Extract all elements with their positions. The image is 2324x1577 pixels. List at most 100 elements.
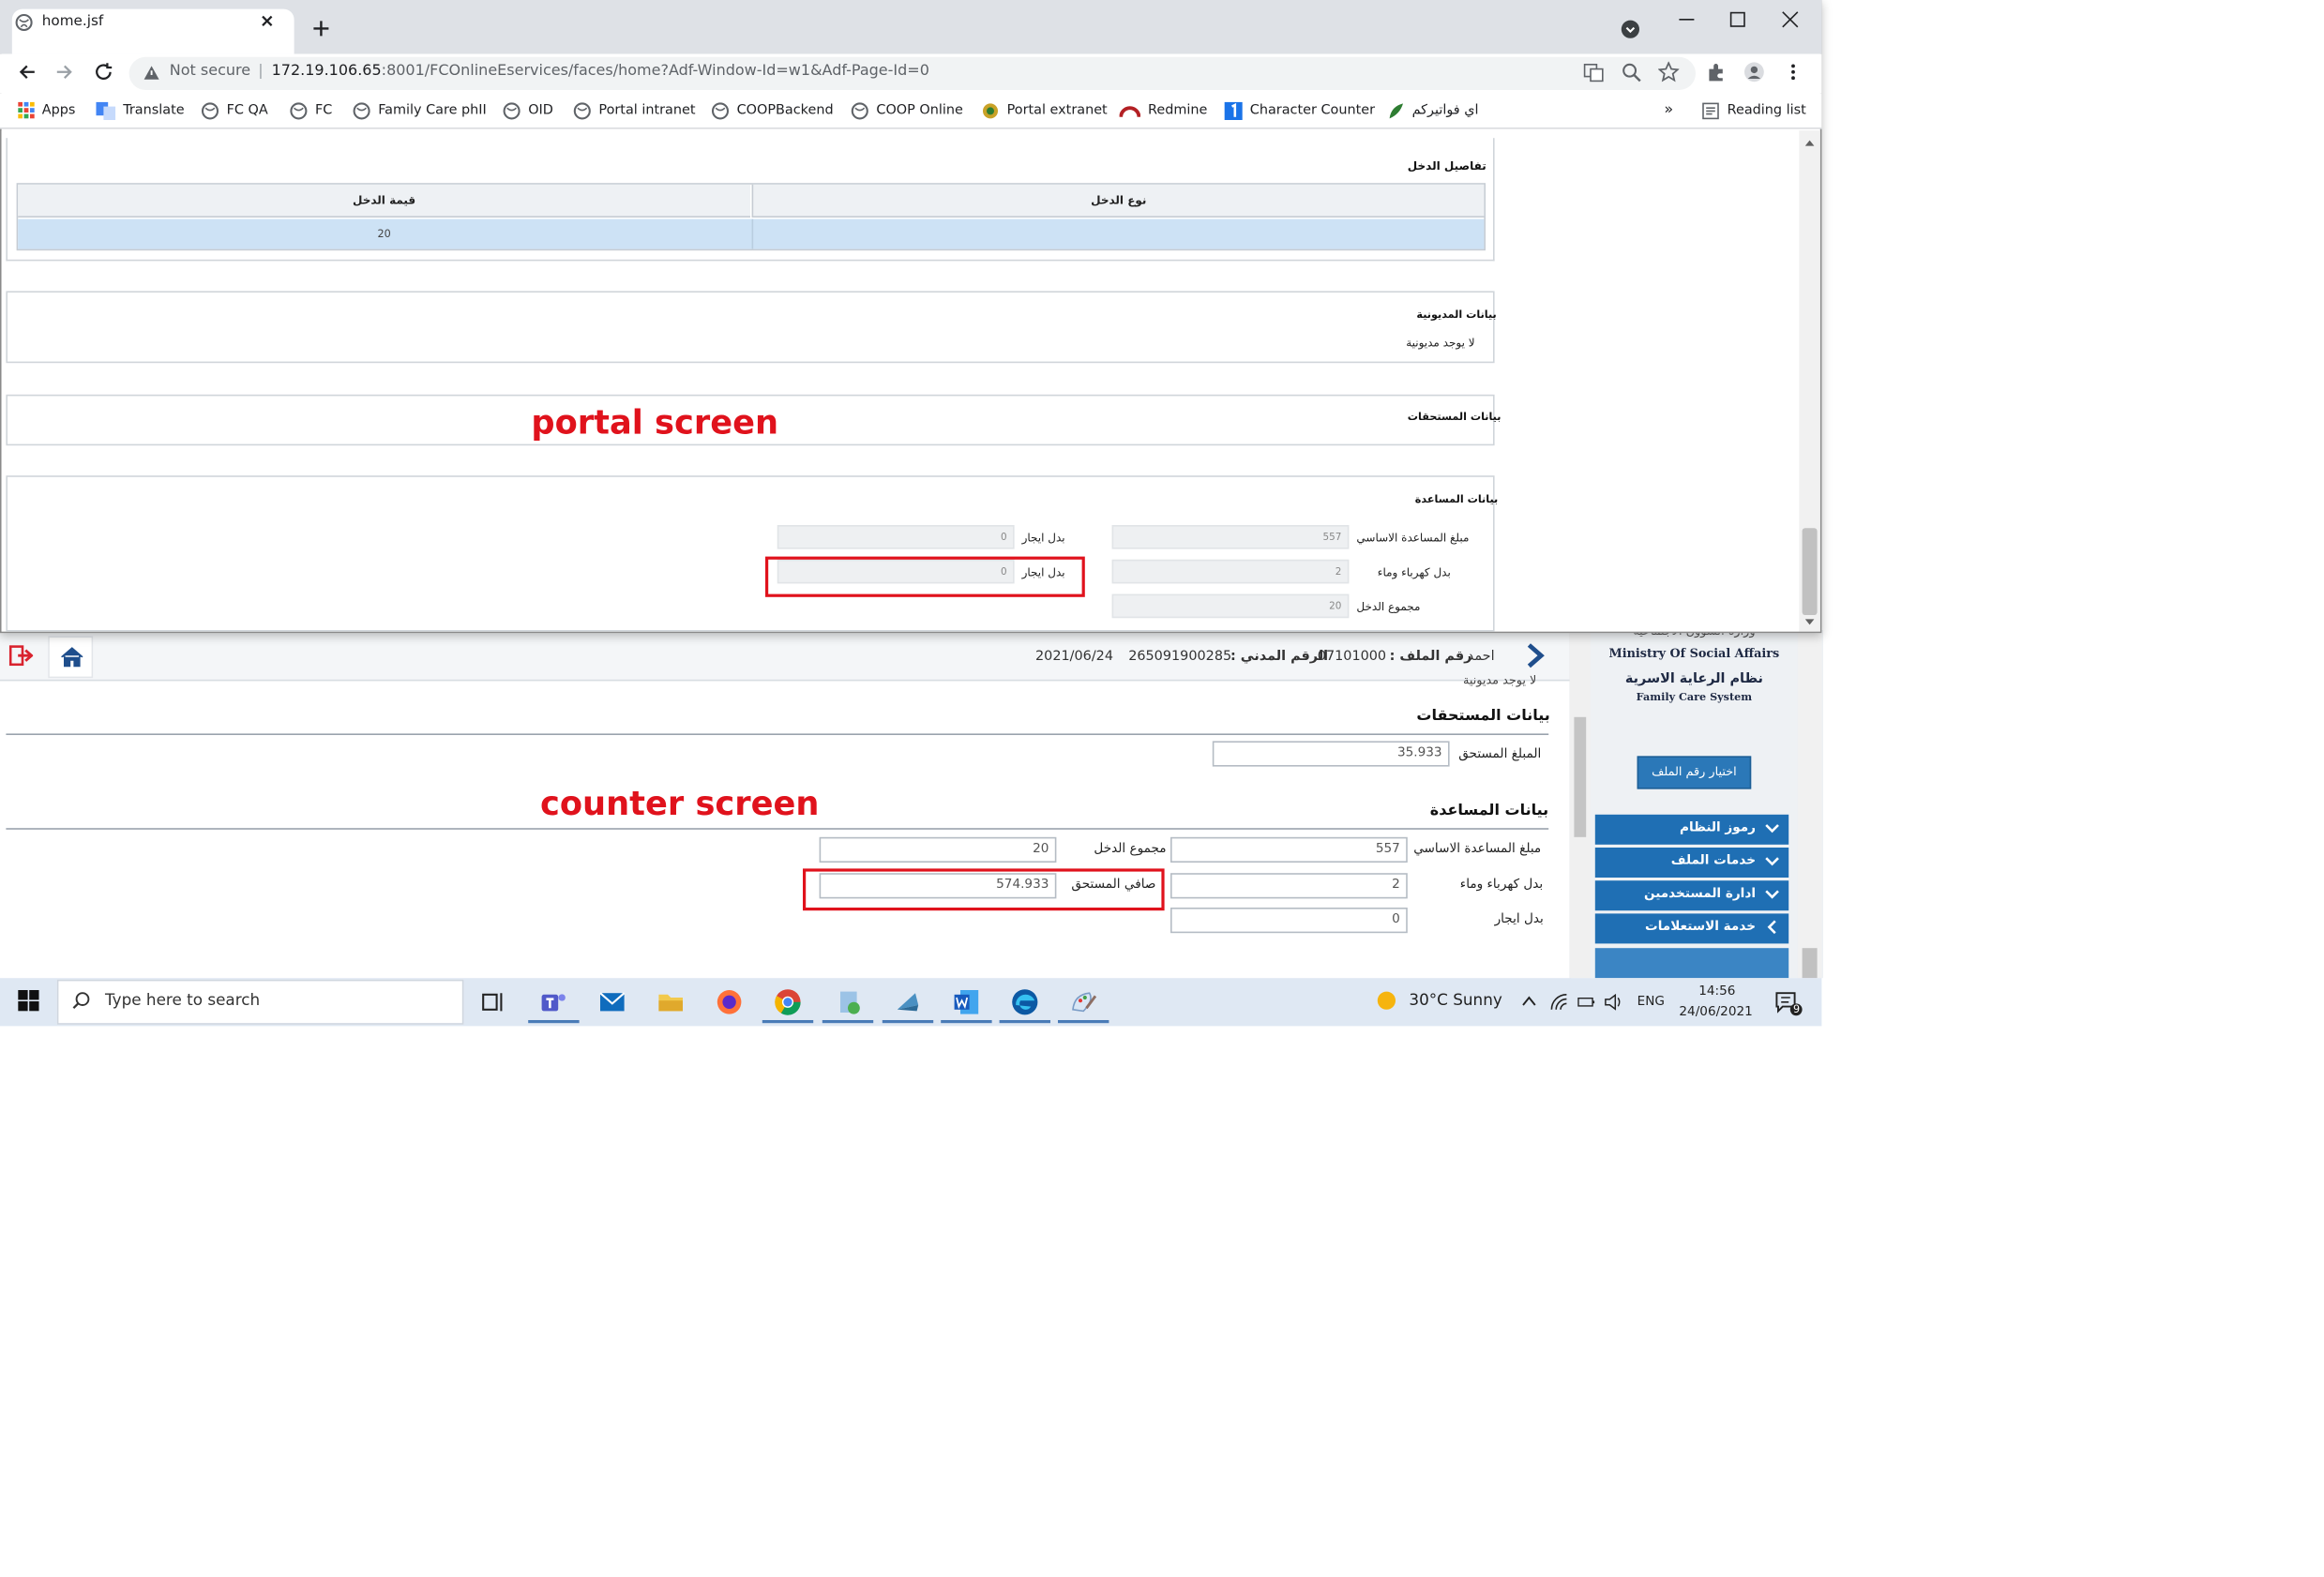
page-scrollbar[interactable] bbox=[1797, 630, 1822, 979]
app-installer-icon[interactable] bbox=[835, 987, 865, 1017]
income-total-label: مجموع الدخل bbox=[1356, 600, 1421, 614]
star-icon[interactable] bbox=[1658, 61, 1680, 83]
teams-icon[interactable] bbox=[538, 987, 568, 1017]
scroll-up-icon[interactable] bbox=[1803, 138, 1816, 147]
bookmark-fc[interactable]: FC bbox=[290, 102, 332, 120]
column-header-value[interactable]: قيمة الدخل bbox=[18, 184, 750, 218]
menu-item-label: ادارة المستخدمين bbox=[1643, 886, 1756, 902]
warning-icon[interactable] bbox=[143, 65, 160, 82]
back-arrow-icon[interactable] bbox=[17, 62, 38, 83]
profile-avatar-icon[interactable] bbox=[1743, 62, 1764, 83]
sidebar-scroll-thumb[interactable] bbox=[1574, 716, 1587, 837]
portal-screen-annotation: portal screen bbox=[531, 405, 779, 443]
edge-icon[interactable] bbox=[1010, 987, 1040, 1017]
bookmarks-overflow[interactable]: » bbox=[1664, 102, 1673, 119]
bookmark-my-invoices[interactable]: اي فواتيركم bbox=[1386, 102, 1479, 120]
electricity-label: بدل كهرباء وماء bbox=[1377, 565, 1451, 579]
counter-screen-annotation: counter screen bbox=[540, 786, 820, 824]
zoom-icon[interactable] bbox=[1621, 62, 1641, 83]
bookmark-coop-online[interactable]: COOP Online bbox=[851, 102, 963, 120]
chrome-icon[interactable] bbox=[773, 987, 803, 1017]
bookmark-oid[interactable]: OID bbox=[503, 102, 553, 120]
due-amount-field[interactable]: 35.933 bbox=[1212, 741, 1450, 767]
bookmark-label: COOP Online bbox=[876, 103, 963, 119]
kebab-menu-icon[interactable] bbox=[1783, 62, 1803, 83]
mail-icon[interactable] bbox=[597, 987, 627, 1017]
basic-amount-field[interactable]: 557 bbox=[1170, 836, 1408, 863]
language-indicator[interactable]: ENG bbox=[1637, 995, 1665, 1010]
basic-amount-field[interactable]: 557 bbox=[1111, 525, 1350, 549]
menu-item-file-services[interactable]: خدمات الملف bbox=[1594, 848, 1789, 878]
bookmark-coop-backend[interactable]: COOPBackend bbox=[711, 102, 834, 120]
new-tab-icon[interactable] bbox=[310, 18, 331, 38]
forward-arrow-icon[interactable] bbox=[54, 62, 75, 83]
counter-entitlements-title: بيانات المستحقات bbox=[1416, 708, 1550, 725]
url-text[interactable]: 172.19.106.65:8001/FCOnlineEservices/fac… bbox=[272, 63, 929, 80]
home-icon bbox=[61, 647, 83, 668]
clock-time[interactable]: 14:56 bbox=[1698, 984, 1735, 999]
menu-item-inquiry-service[interactable]: خدمة الاستعلامات bbox=[1594, 913, 1789, 944]
rent-field[interactable]: 0 bbox=[1170, 908, 1408, 934]
remote-desktop-icon[interactable] bbox=[893, 987, 923, 1017]
tab-search-icon[interactable] bbox=[1621, 20, 1640, 39]
reload-icon[interactable] bbox=[93, 62, 113, 83]
chevron-right-icon[interactable] bbox=[1521, 640, 1548, 670]
menu-item-system-codes[interactable]: رموز النظام bbox=[1594, 814, 1789, 845]
bookmark-family-care[interactable]: Family Care phII bbox=[353, 102, 487, 120]
battery-icon[interactable] bbox=[1577, 995, 1595, 1010]
bookmark-character-counter[interactable]: Character Counter bbox=[1224, 101, 1375, 120]
volume-icon[interactable] bbox=[1604, 993, 1623, 1011]
task-view-icon[interactable] bbox=[478, 987, 508, 1017]
bookmark-redmine[interactable]: Redmine bbox=[1119, 102, 1207, 119]
menu-item-label: خدمة الاستعلامات bbox=[1645, 919, 1756, 935]
bookmark-portal-extranet[interactable]: Portal extranet bbox=[981, 102, 1108, 120]
close-icon[interactable] bbox=[258, 12, 276, 30]
menu-item-partial[interactable] bbox=[1594, 948, 1789, 979]
income-details-title: تفاصيل الدخل bbox=[1407, 158, 1486, 173]
window-close-icon[interactable] bbox=[1780, 9, 1801, 30]
bookmark-translate[interactable]: Translate bbox=[96, 101, 185, 120]
bookmark-portal-intranet[interactable]: Portal intranet bbox=[573, 102, 696, 120]
translate-page-icon[interactable] bbox=[1583, 62, 1604, 83]
extensions-icon[interactable] bbox=[1706, 62, 1727, 83]
url-host: 172.19.106.65 bbox=[271, 63, 382, 80]
chevron-up-icon[interactable] bbox=[1521, 995, 1536, 1007]
bookmark-apps[interactable]: Apps bbox=[18, 101, 75, 119]
windows-start-icon[interactable] bbox=[18, 990, 39, 1012]
reading-list-button[interactable]: Reading list bbox=[1701, 102, 1806, 120]
clock-date[interactable]: 24/06/2021 bbox=[1679, 1005, 1752, 1020]
divider bbox=[6, 828, 1549, 830]
portal-scroll-thumb[interactable] bbox=[1802, 528, 1818, 615]
minimize-icon[interactable] bbox=[1676, 9, 1697, 30]
select-file-button[interactable]: اختيار رقم الملف bbox=[1637, 756, 1752, 789]
word-icon[interactable] bbox=[951, 987, 981, 1017]
file-explorer-icon[interactable] bbox=[656, 987, 686, 1017]
wifi-icon[interactable] bbox=[1550, 993, 1568, 1011]
firefox-icon[interactable] bbox=[715, 987, 745, 1017]
page-scroll-thumb[interactable] bbox=[1802, 948, 1818, 979]
bookmark-label: OID bbox=[528, 103, 553, 119]
running-indicator bbox=[822, 1020, 874, 1024]
file-no-value: 07101000 bbox=[1317, 649, 1387, 665]
home-button[interactable] bbox=[48, 636, 94, 679]
maximize-icon[interactable] bbox=[1728, 9, 1748, 30]
entitlements-title: بيانات المستحقات bbox=[1407, 411, 1502, 424]
sun-icon bbox=[1377, 991, 1396, 1010]
income-total-field[interactable]: 20 bbox=[1111, 593, 1350, 619]
bookmark-label: Translate bbox=[123, 103, 185, 119]
menu-item-user-management[interactable]: ادارة المستخدمين bbox=[1594, 880, 1789, 911]
bookmark-fc-qa[interactable]: FC QA bbox=[201, 102, 268, 120]
weather-text[interactable]: 30°C Sunny bbox=[1409, 992, 1502, 1010]
logout-icon[interactable] bbox=[8, 645, 34, 667]
paint-icon[interactable] bbox=[1068, 987, 1098, 1017]
highlight-box-counter bbox=[803, 868, 1165, 911]
not-secure-label[interactable]: Not secure bbox=[170, 63, 250, 80]
rent-field[interactable]: 0 bbox=[777, 525, 1015, 549]
income-total-field[interactable]: 20 bbox=[819, 836, 1057, 863]
search-icon bbox=[72, 992, 90, 1009]
electricity-field[interactable]: 2 bbox=[1170, 873, 1408, 899]
column-header-type[interactable]: نوع الدخل bbox=[751, 184, 1485, 218]
electricity-field[interactable]: 2 bbox=[1111, 559, 1350, 584]
browser-window: home.jsf Not secure | 172.19.106.65:8001… bbox=[0, 0, 1823, 638]
scroll-down-icon[interactable] bbox=[1803, 618, 1816, 627]
